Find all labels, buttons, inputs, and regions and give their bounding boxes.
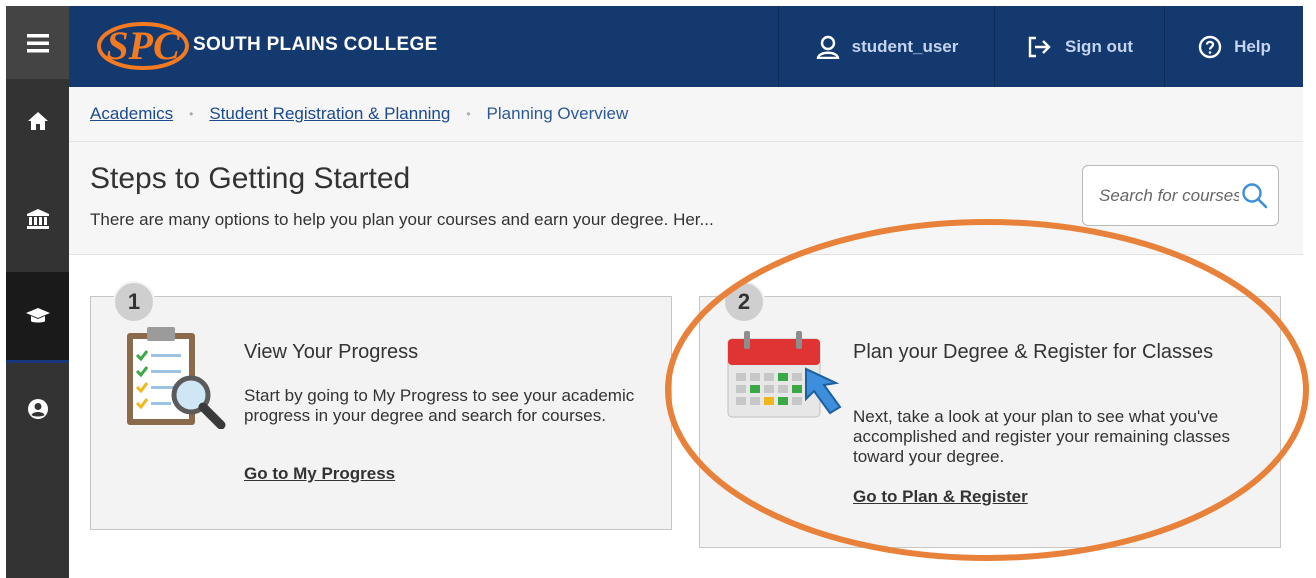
go-to-progress-link[interactable]: Go to My Progress: [244, 464, 395, 484]
step-card-description: Next, take a look at your plan to see wh…: [853, 407, 1231, 466]
spc-logo-icon: SPC: [97, 22, 189, 70]
step-card-progress: 1 View Your Progress Start by going to M…: [90, 281, 672, 530]
calendar-cursor-icon: [727, 331, 842, 418]
breadcrumb-current: Planning Overview: [486, 104, 629, 123]
nav-user-profile[interactable]: [6, 364, 69, 454]
sign-out-button[interactable]: Sign out: [994, 6, 1165, 87]
sign-out-icon: [1028, 36, 1051, 57]
step-card-title: View Your Progress: [244, 341, 419, 363]
college-name: SOUTH PLAINS COLLEGE: [193, 34, 438, 55]
step-number-badge: 1: [113, 281, 155, 323]
left-nav-rail: [6, 6, 69, 578]
step-card-plan-register: 2 Plan your Degree & Register for Classe…: [699, 281, 1281, 548]
breadcrumb-registration-planning[interactable]: Student Registration & Planning: [209, 104, 450, 124]
user-circle-icon: [27, 399, 48, 419]
svg-text:SPC: SPC: [106, 23, 181, 68]
hamburger-menu-icon: [26, 33, 49, 52]
search-icon[interactable]: [1241, 182, 1269, 210]
go-to-plan-register-link[interactable]: Go to Plan & Register: [853, 487, 1028, 507]
help-button[interactable]: Help: [1164, 6, 1304, 87]
help-icon: [1198, 35, 1222, 58]
page-subtitle: There are many options to help you plan …: [90, 210, 714, 229]
username-label: student_user: [851, 36, 959, 56]
nav-finances[interactable]: [6, 166, 69, 271]
user-menu-button[interactable]: student_user: [778, 6, 995, 87]
step-number-badge: 2: [723, 281, 765, 323]
page-title: Steps to Getting Started: [90, 162, 411, 195]
course-search: [1082, 165, 1279, 226]
help-label: Help: [1234, 36, 1271, 56]
nav-home[interactable]: [6, 79, 69, 163]
step-card-description: Start by going to My Progress to see you…: [244, 386, 635, 425]
step-card-title: Plan your Degree & Register for Classes: [853, 341, 1214, 363]
breadcrumb-separator: •: [466, 107, 471, 121]
nav-academics[interactable]: [6, 272, 69, 363]
sign-out-label: Sign out: [1065, 36, 1133, 56]
menu-button[interactable]: [6, 6, 69, 79]
breadcrumb: Academics • Student Registration & Plann…: [69, 87, 1303, 142]
breadcrumb-academics[interactable]: Academics: [90, 104, 173, 124]
home-icon: [27, 112, 48, 130]
bank-building-icon: [26, 208, 49, 229]
graduation-cap-icon: [25, 308, 50, 323]
course-search-input[interactable]: [1097, 184, 1241, 207]
user-icon: [816, 35, 839, 59]
top-header: SPC SOUTH PLAINS COLLEGE student_user Si…: [69, 6, 1303, 87]
page-header: Steps to Getting Started There are many …: [69, 142, 1303, 255]
college-logo[interactable]: SPC SOUTH PLAINS COLLEGE: [97, 16, 438, 74]
clipboard-magnifier-icon: [127, 327, 226, 429]
breadcrumb-separator: •: [189, 107, 194, 121]
